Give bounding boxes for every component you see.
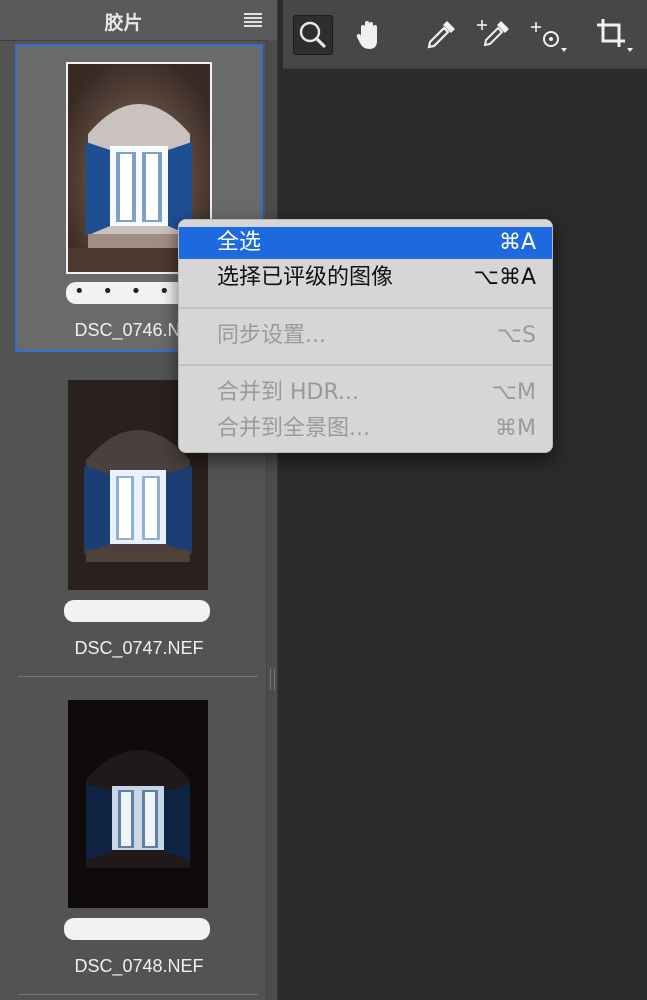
menu-item-sync-settings[interactable]: 同步设置... ⌥S (179, 320, 552, 352)
thumbnail-image (68, 700, 208, 908)
tool-bar (283, 0, 647, 69)
divider (18, 676, 258, 677)
eyedropper-icon[interactable] (421, 15, 461, 55)
menu-separator (179, 307, 552, 309)
hand-icon[interactable] (349, 15, 389, 55)
menu-item-shortcut: ⌘A (498, 230, 536, 255)
filmstrip-header: 胶片 (0, 0, 277, 41)
menu-item-label: 选择已评级的图像 (217, 265, 394, 290)
filmstrip-item[interactable]: DSC_0748.NEF (15, 690, 263, 985)
menu-item-shortcut: ⌥M (491, 380, 536, 405)
filmstrip-title: 胶片 (104, 12, 143, 34)
menu-item-label: 全选 (217, 230, 262, 255)
filmstrip-panel: 胶片 • • • • • DSC_0746.NEF DSC_0747.NEF D… (0, 0, 278, 1000)
color-sampler-icon[interactable] (473, 15, 513, 55)
menu-item-shortcut: ⌥S (496, 323, 536, 348)
scrollbar[interactable] (266, 40, 277, 1000)
target-adjust-icon[interactable] (527, 15, 567, 55)
thumbnail-filename: DSC_0747.NEF (74, 638, 204, 658)
menu-item-merge-hdr[interactable]: 合并到 HDR... ⌥M (179, 377, 552, 409)
menu-item-label: 合并到 HDR... (217, 380, 359, 405)
menu-item-label: 合并到全景图... (217, 416, 370, 441)
menu-item-select-all[interactable]: 全选 ⌘A (179, 227, 552, 259)
context-menu: 全选 ⌘A 选择已评级的图像 ⌥⌘A 同步设置... ⌥S 合并到 HDR...… (178, 219, 553, 453)
panel-resize-grip[interactable] (270, 668, 275, 690)
menu-separator (179, 364, 552, 366)
panel-menu-icon[interactable] (244, 13, 262, 27)
rating-stars[interactable] (64, 918, 210, 940)
menu-item-shortcut: ⌥⌘A (473, 265, 536, 290)
zoom-icon[interactable] (293, 15, 333, 55)
divider (18, 994, 258, 995)
thumbnail-filename: DSC_0748.NEF (74, 956, 204, 976)
menu-item-merge-panorama[interactable]: 合并到全景图... ⌘M (179, 413, 552, 445)
menu-item-shortcut: ⌘M (495, 416, 536, 441)
menu-item-label: 同步设置... (217, 323, 326, 348)
rating-stars[interactable] (64, 600, 210, 622)
menu-item-select-rated[interactable]: 选择已评级的图像 ⌥⌘A (179, 262, 552, 294)
crop-icon[interactable] (593, 15, 633, 55)
